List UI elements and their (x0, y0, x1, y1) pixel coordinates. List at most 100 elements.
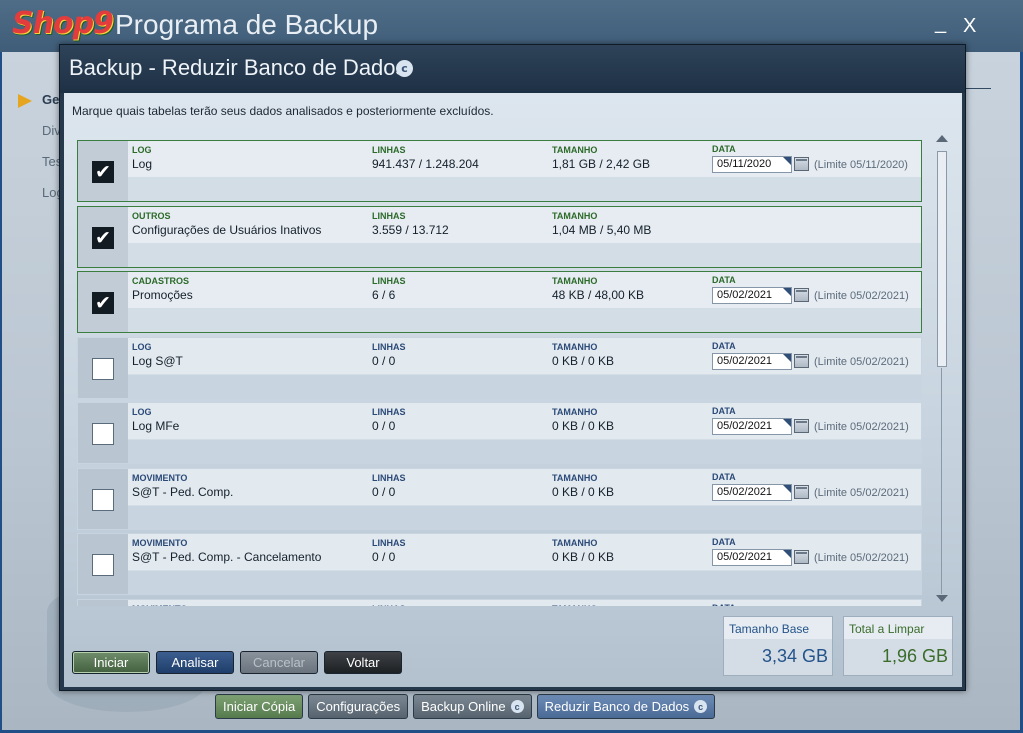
linhas-label: LINHAS (372, 407, 406, 417)
date-limit-text: (Limite 05/11/2020) (814, 159, 908, 171)
close-button[interactable]: X (963, 15, 976, 38)
scroll-thumb[interactable] (937, 151, 947, 367)
tamanho-value: 48 KB / 48,00 KB (552, 288, 645, 302)
linhas-value: 0 / 0 (372, 484, 396, 499)
date-input[interactable]: 05/02/2021 (712, 483, 792, 501)
linhas-value: 6 / 6 (372, 288, 396, 302)
iniciar-button[interactable]: Iniciar (72, 651, 150, 674)
date-input[interactable]: 05/02/2021 (712, 549, 792, 566)
backup-online-label: Backup Online (421, 699, 506, 714)
date-input[interactable]: 05/02/2021 (712, 352, 792, 370)
calendar-icon[interactable] (794, 288, 809, 302)
dialog-title-bar: Backup - Reduzir Banco de Dados c (60, 45, 965, 93)
data-label: DATA (712, 537, 736, 547)
reduzir-banco-button[interactable]: Reduzir Banco de Dados c (536, 694, 716, 719)
linhas-label: LINHAS (372, 210, 406, 221)
table-name: Configurações de Usuários Inativos (132, 222, 322, 237)
row-checkbox[interactable] (92, 423, 114, 445)
row-divider (128, 504, 921, 506)
backup-online-button[interactable]: Backup Online c (413, 694, 532, 719)
configuracoes-button[interactable]: Configurações (308, 694, 409, 719)
analisar-button[interactable]: Analisar (156, 651, 234, 674)
calendar-icon[interactable] (794, 550, 809, 564)
tamanho-base-panel: Tamanho Base 3,34 GB (723, 616, 833, 676)
table-row[interactable]: ✔ CADASTROS Promoções LINHAS 6 / 6 TAMANHO 48 … (77, 271, 922, 333)
row-checkbox[interactable]: ✔ (92, 292, 114, 314)
voltar-button[interactable]: Voltar (324, 651, 402, 674)
tamanho-label: TAMANHO (552, 210, 598, 221)
scrollbar[interactable] (935, 135, 949, 606)
category-label: MOVIMENTO (132, 604, 187, 607)
table-name: Log MFe (132, 419, 180, 433)
instruction-text: Marque quais tabelas terão seus dados an… (72, 104, 494, 118)
iniciar-copia-button[interactable]: Iniciar Cópia (215, 694, 304, 719)
row-checkbox[interactable]: ✔ (92, 161, 114, 183)
row-checkbox[interactable] (92, 488, 114, 511)
tamanho-value: 1,81 GB / 2,42 GB (552, 157, 651, 171)
tamanho-value: 0 KB / 0 KB (552, 353, 615, 368)
linhas-value: 941.437 / 1.248.204 (372, 157, 479, 171)
row-divider (128, 373, 921, 375)
tamanho-base-label: Tamanho Base (724, 617, 832, 639)
tamanho-label: TAMANHO (552, 472, 598, 483)
table-row[interactable]: MOVIMENTO LINHAS TAMANHO DATA (77, 598, 922, 607)
menu-arrow-icon (18, 94, 32, 108)
date-limit-text: (Limite 05/02/2021) (814, 486, 909, 499)
row-divider (128, 570, 921, 571)
linhas-label: LINHAS (372, 276, 406, 286)
table-list[interactable]: ✔ LOG Log LINHAS 941.437 / 1.248.204 TAMANHO 1… (72, 132, 946, 606)
minimize-button[interactable]: _ (935, 12, 946, 35)
data-label: DATA (712, 406, 736, 416)
table-row[interactable]: ✔ OUTROS Configurações de Usuários Inativo… (77, 205, 922, 268)
category-label: LOG (132, 407, 152, 417)
category-label: LOG (132, 145, 152, 155)
table-row[interactable]: LOG Log S@T LINHAS 0 / 0 TAMANHO 0 KB / 0 KB D… (77, 336, 922, 399)
calendar-icon[interactable] (794, 353, 809, 368)
row-divider (128, 439, 921, 440)
table-name: Log (132, 157, 153, 171)
configuracoes-label: Configurações (316, 699, 401, 714)
category-label: LOG (132, 341, 152, 352)
date-limit-text: (Limite 05/02/2021) (814, 552, 909, 564)
row-header-band (128, 599, 921, 606)
row-divider (128, 177, 921, 178)
table-row[interactable]: MOVIMENTO S@T - Ped. Comp. LINHAS 0 / 0 TAMA… (77, 467, 922, 530)
table-row[interactable]: MOVIMENTO S@T - Ped. Comp. - Cancelamento… (77, 533, 922, 595)
linhas-label: LINHAS (372, 341, 406, 352)
table-row[interactable]: ✔ LOG Log LINHAS 941.437 / 1.248.204 TAMANHO 1… (77, 140, 922, 202)
scroll-down-icon[interactable] (936, 595, 948, 602)
scroll-up-icon[interactable] (936, 135, 948, 142)
row-checkbox[interactable] (92, 357, 114, 380)
date-input[interactable]: 05/02/2021 (712, 418, 792, 435)
cancelar-button[interactable]: Cancelar (240, 651, 318, 674)
tamanho-value: 0 KB / 0 KB (552, 550, 615, 564)
dialog-title: Backup - Reduzir Banco de Dados (69, 55, 407, 80)
category-label: MOVIMENTO (132, 472, 188, 483)
data-label: DATA (712, 340, 736, 351)
tamanho-value: 0 KB / 0 KB (552, 419, 615, 433)
date-input[interactable]: 05/02/2021 (712, 287, 792, 304)
table-row[interactable]: LOG Log MFe LINHAS 0 / 0 TAMANHO 0 KB / 0 KB D… (77, 402, 922, 464)
row-checkbox[interactable]: ✔ (92, 226, 114, 249)
tamanho-label: TAMANHO (552, 341, 598, 352)
reduce-database-dialog: Backup - Reduzir Banco de Dados c Marque… (59, 44, 966, 691)
calendar-icon[interactable] (794, 157, 809, 171)
date-input[interactable]: 05/11/2020 (712, 156, 792, 173)
row-checkbox[interactable] (92, 554, 114, 576)
table-name: Promoções (132, 288, 193, 302)
calendar-icon[interactable] (794, 484, 809, 499)
table-name: Log S@T (132, 353, 183, 368)
bottom-toolbar: Iniciar Cópia Configurações Backup Onlin… (215, 694, 716, 719)
c-badge-icon: c (510, 700, 524, 713)
table-name: S@T - Ped. Comp. - Cancelamento (132, 550, 322, 564)
linhas-value: 0 / 0 (372, 353, 396, 368)
tamanho-label: TAMANHO (552, 145, 598, 155)
checkbox-cell (78, 599, 128, 606)
row-divider (128, 308, 921, 309)
linhas-value: 0 / 0 (372, 419, 396, 433)
category-label: CADASTROS (132, 276, 190, 286)
table-name: S@T - Ped. Comp. (132, 484, 234, 499)
calendar-icon[interactable] (794, 419, 809, 433)
category-label: MOVIMENTO (132, 538, 188, 548)
tamanho-label: TAMANHO (552, 276, 598, 286)
